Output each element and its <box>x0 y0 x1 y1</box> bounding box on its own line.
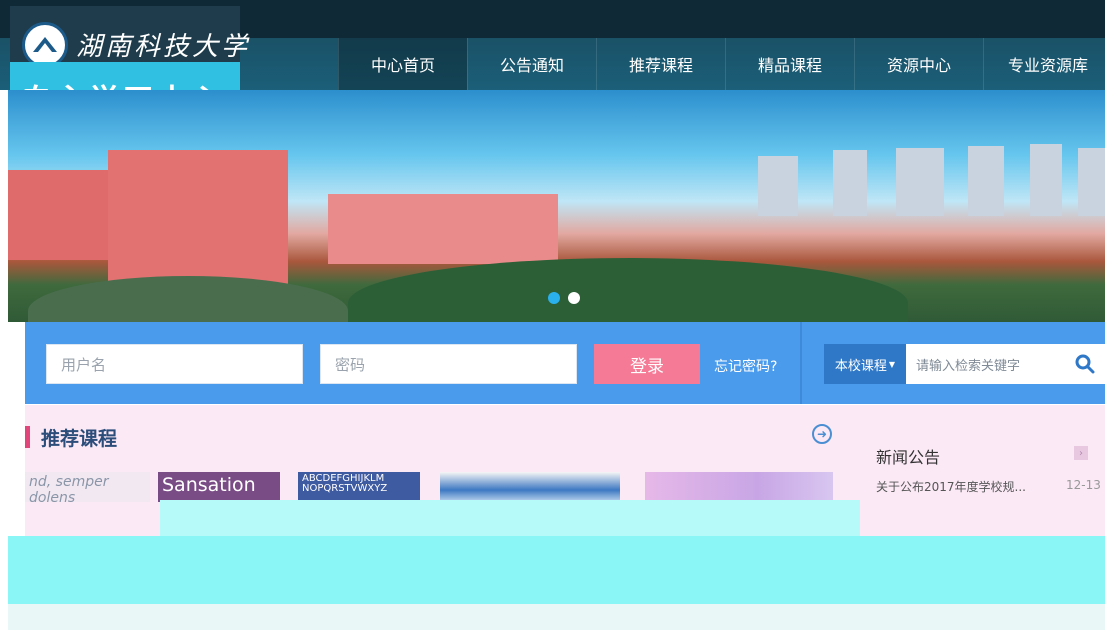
login-button[interactable]: 登录 <box>594 344 700 384</box>
tower-graphic <box>968 146 1004 216</box>
footer-strip <box>8 604 1105 630</box>
nav-item-home[interactable]: 中心首页 <box>338 38 467 90</box>
mountain-emblem-icon <box>33 37 57 52</box>
search-icon <box>1075 354 1094 374</box>
nav-item-announcements[interactable]: 公告通知 <box>467 38 596 90</box>
caret-down-icon: ▼ <box>888 359 896 369</box>
course-card[interactable]: nd, semper dolens <box>25 472 150 502</box>
trees-graphic <box>348 258 908 322</box>
username-input[interactable]: 用户名 <box>46 344 303 384</box>
search-scope-select[interactable]: 本校课程 ▼ <box>824 344 906 384</box>
building-graphic <box>328 194 558 264</box>
nav-item-featured[interactable]: 精品课程 <box>725 38 854 90</box>
banner-image[interactable] <box>8 90 1105 322</box>
nav-item-resources[interactable]: 资源中心 <box>854 38 983 90</box>
tower-graphic <box>896 148 944 216</box>
news-item-date: 12-13 <box>1066 478 1101 492</box>
school-name: 湖南科技大学 <box>76 32 251 62</box>
footer-band <box>8 536 1105 604</box>
nav-item-library[interactable]: 专业资源库 <box>983 38 1105 90</box>
forgot-password-link[interactable]: 忘记密码? <box>714 356 777 376</box>
arrow-right-icon: ➜ <box>816 427 828 441</box>
recommended-title: 推荐课程 <box>41 428 118 450</box>
nav-item-recommended[interactable]: 推荐课程 <box>596 38 725 90</box>
tower-graphic <box>1078 148 1105 216</box>
news-item[interactable]: 关于公布2017年度学校规... <box>876 478 1094 495</box>
course-thumb-text: nd, semper dolens <box>29 474 109 502</box>
tower-graphic <box>833 150 867 216</box>
carousel-dots <box>548 292 580 304</box>
trees-graphic <box>28 276 348 322</box>
search-input[interactable]: 请输入检索关键字 <box>906 344 1064 384</box>
news-title: 新闻公告 <box>876 448 941 467</box>
recommended-more-button[interactable]: ➜ <box>812 424 832 444</box>
course-card[interactable]: ABCDEFGHIJKLM NOPQRSTVWXYZ <box>298 472 420 502</box>
search-scope-label: 本校课程 <box>834 358 887 374</box>
main-nav: 中心首页 公告通知 推荐课程 精品课程 资源中心 专业资源库 <box>338 38 1105 90</box>
tower-graphic <box>758 156 798 216</box>
bar-divider <box>800 322 802 404</box>
course-thumb-text: ABCDEFGHIJKLM NOPQRSTVWXYZ <box>302 473 388 494</box>
news-item-text: 关于公布2017年度学校规... <box>876 480 1026 494</box>
section-accent-bar <box>25 426 30 448</box>
carousel-dot-2[interactable] <box>568 292 580 304</box>
course-card[interactable]: Sansation <box>158 472 280 502</box>
course-card[interactable] <box>645 472 833 502</box>
tower-graphic <box>1030 144 1062 216</box>
course-thumb-text: Sansation <box>162 474 256 496</box>
course-card[interactable] <box>440 472 620 502</box>
footer-band <box>160 500 860 536</box>
search-button[interactable] <box>1064 344 1105 384</box>
chevron-right-icon: › <box>1079 447 1083 459</box>
news-more-button[interactable]: › <box>1074 446 1088 460</box>
building-graphic <box>8 170 108 260</box>
carousel-dot-1[interactable] <box>548 292 560 304</box>
password-input[interactable]: 密码 <box>320 344 577 384</box>
